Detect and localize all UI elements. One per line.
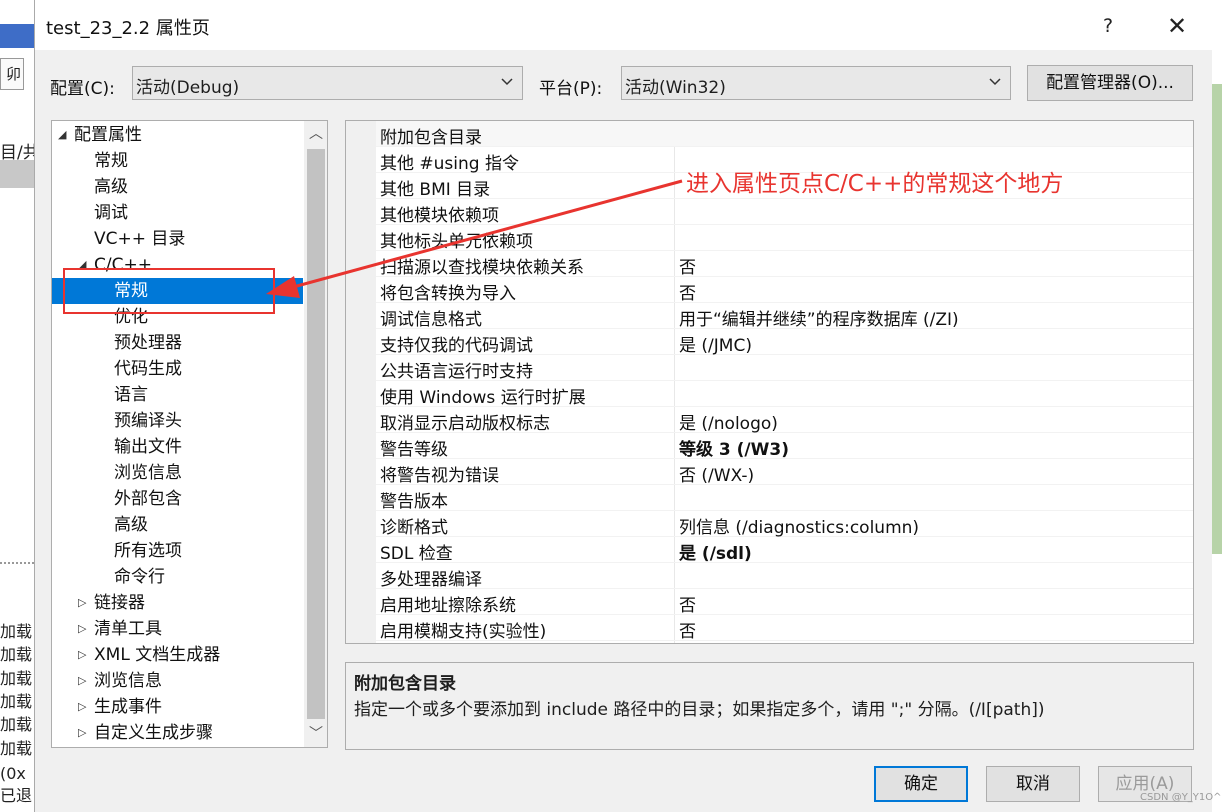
watermark: CSDN @Y_Y1O^ xyxy=(1140,792,1222,803)
annotation-text: 进入属性页点C/C++的常规这个地方 xyxy=(686,171,1064,197)
annotation-arrow-icon xyxy=(266,179,683,298)
